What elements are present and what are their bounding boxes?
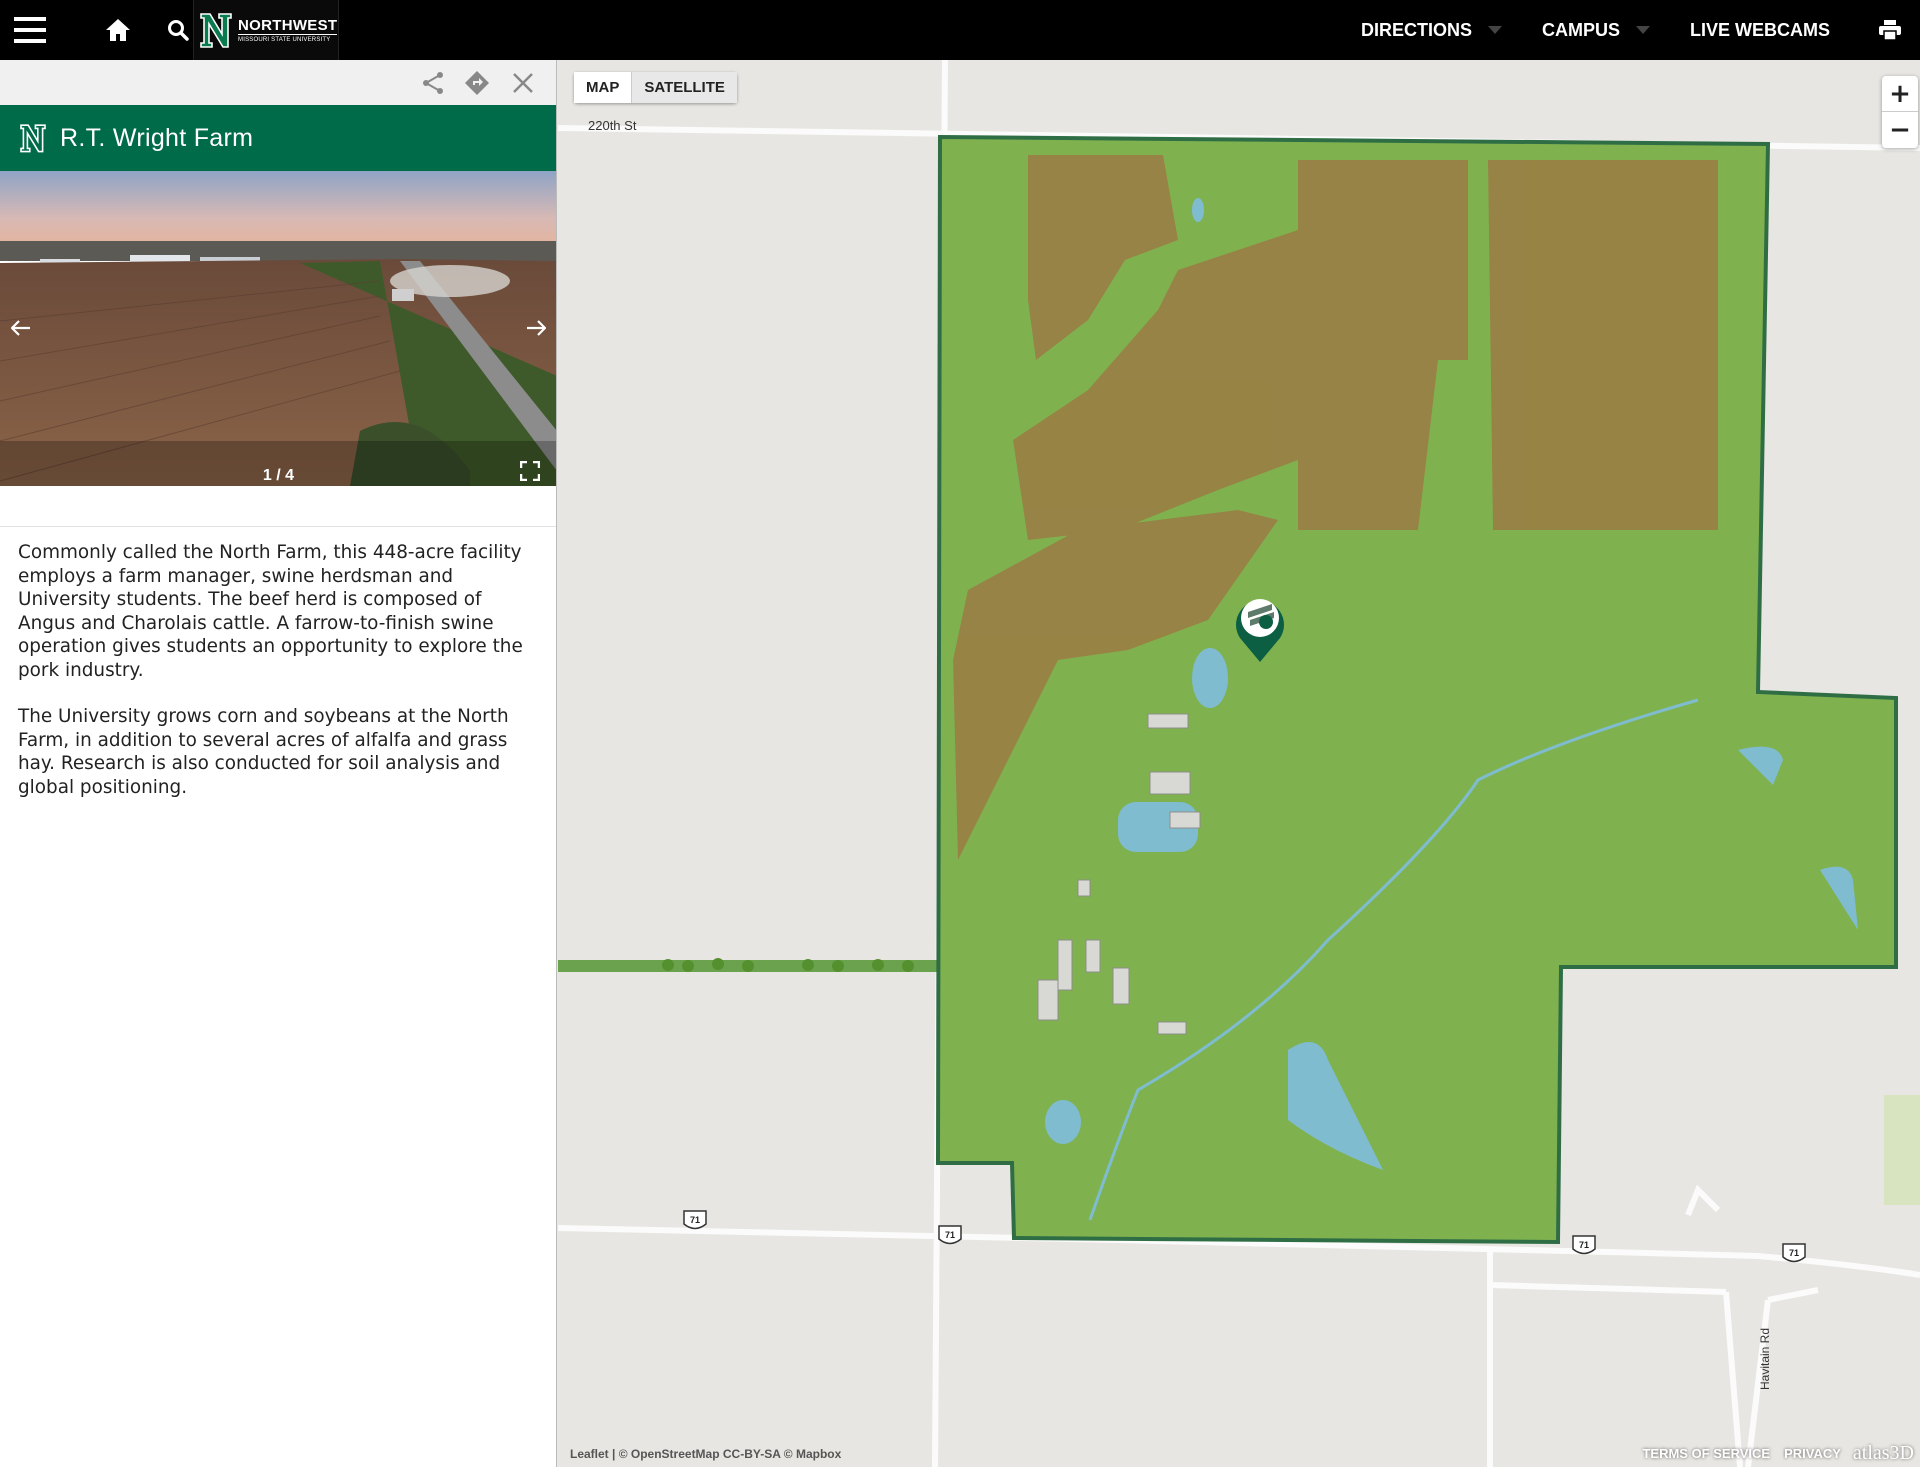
location-description: Commonly called the North Farm, this 448… <box>0 526 556 799</box>
close-icon[interactable] <box>508 68 538 98</box>
zoom-control: + − <box>1882 76 1918 148</box>
logo-wordmark: NORTHWEST <box>238 16 338 35</box>
svg-text:71: 71 <box>1579 1240 1589 1250</box>
logo-subtitle: MISSOURI STATE UNIVERSITY <box>238 36 331 43</box>
fullscreen-icon[interactable] <box>519 460 542 483</box>
northwest-n-logo-icon <box>200 13 232 48</box>
map-footer-links: TERMS OF SERVICE PRIVACY atlas3D <box>1628 1439 1920 1467</box>
panel-title-bar: R.T. Wright Farm <box>0 105 556 171</box>
svg-text:71: 71 <box>1789 1248 1799 1258</box>
chevron-down-icon <box>1635 26 1650 34</box>
description-paragraph: The University grows corn and soybeans a… <box>18 706 509 798</box>
top-navigation-bar: NORTHWEST MISSOURI STATE UNIVERSITY DIRE… <box>0 0 1920 60</box>
terms-of-service-link[interactable]: TERMS OF SERVICE <box>1642 1446 1770 1461</box>
map-view-button[interactable]: MAP <box>574 72 633 103</box>
nav-directions[interactable]: DIRECTIONS <box>1361 20 1502 41</box>
satellite-view-button[interactable]: SATELLITE <box>632 72 737 103</box>
road-label-220th-st: 220th St <box>588 118 637 133</box>
nav-live-webcams-label: LIVE WEBCAMS <box>1689 19 1830 40</box>
nav-campus-label: CAMPUS <box>1541 19 1620 40</box>
atlas3d-brand[interactable]: atlas3D <box>1853 1442 1914 1465</box>
previous-photo-button[interactable] <box>6 313 36 343</box>
panel-toolbar <box>0 60 556 105</box>
nav-live-webcams[interactable]: LIVE WEBCAMS <box>1690 20 1830 41</box>
arrow-right-icon <box>527 320 546 336</box>
photo-counter: 1 / 4 <box>262 467 295 484</box>
next-photo-button[interactable] <box>521 313 551 343</box>
menu-icon[interactable] <box>0 0 60 60</box>
map-attribution[interactable]: Leaflet | © OpenStreetMap CC-BY-SA © Map… <box>570 1447 841 1461</box>
photo-gallery: 1 / 4 <box>0 171 556 486</box>
directions-icon[interactable] <box>462 68 492 98</box>
zoom-out-button[interactable]: − <box>1882 112 1918 148</box>
svg-text:71: 71 <box>690 1215 700 1225</box>
home-icon[interactable] <box>88 0 148 60</box>
map-view[interactable]: 71 71 71 71 MAP SATELLITE + − 220th St H… <box>558 60 1920 1467</box>
privacy-link[interactable]: PRIVACY <box>1784 1446 1841 1461</box>
university-logo[interactable]: NORTHWEST MISSOURI STATE UNIVERSITY <box>193 0 339 60</box>
chevron-down-icon <box>1487 26 1502 34</box>
top-nav-links: DIRECTIONS CAMPUS LIVE WEBCAMS <box>1321 0 1830 60</box>
map-type-toggle: MAP SATELLITE <box>574 72 737 103</box>
northwest-n-logo-icon <box>20 124 46 153</box>
arrow-left-icon <box>11 320 30 336</box>
location-title: R.T. Wright Farm <box>60 123 254 152</box>
print-icon[interactable] <box>1860 0 1920 60</box>
basemap[interactable]: 71 71 71 71 <box>558 60 1920 1467</box>
farm-photo <box>0 171 556 486</box>
svg-text:71: 71 <box>945 1230 955 1240</box>
zoom-in-button[interactable]: + <box>1882 76 1918 112</box>
nav-directions-label: DIRECTIONS <box>1360 19 1472 40</box>
share-icon[interactable] <box>418 68 448 98</box>
road-label-havitain-rd: Havitain Rd <box>1758 1327 1772 1390</box>
location-detail-panel: R.T. Wright Farm 1 / 4 Commonly called t… <box>0 60 557 1467</box>
description-paragraph: Commonly called the North Farm, this 448… <box>18 542 523 681</box>
nav-campus[interactable]: CAMPUS <box>1542 20 1650 41</box>
